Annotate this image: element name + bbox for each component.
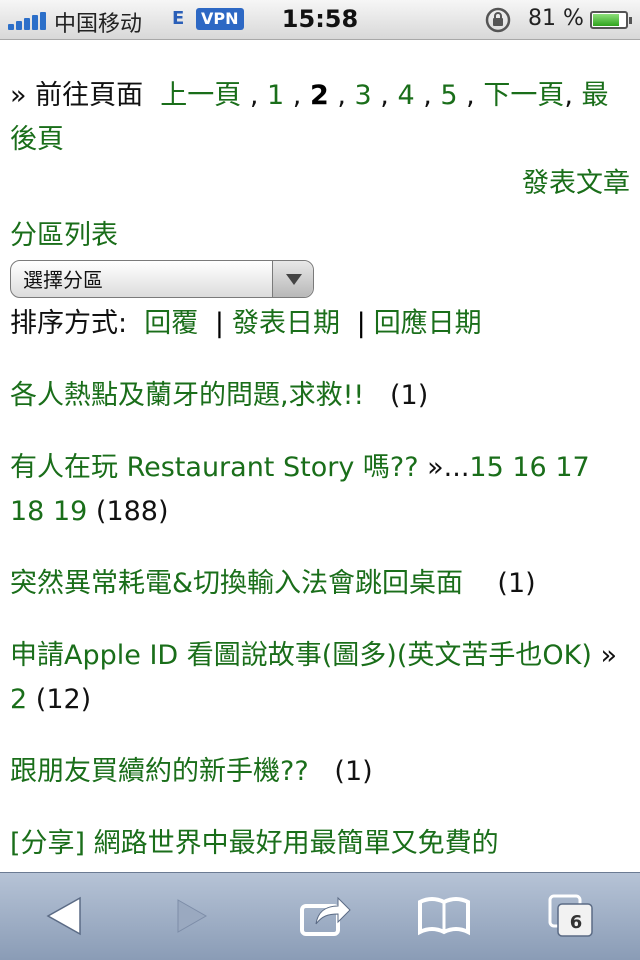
sort-by-reply-date[interactable]: 回應日期 [374,308,482,339]
thread-item: 有人在玩 Restaurant Story 嗎?? »...15 16 17 1… [10,446,630,534]
thread-page-link[interactable]: 19 [53,496,87,527]
battery-icon [590,11,632,29]
thread-page-link[interactable]: 17 [555,452,589,483]
pagination: » 前往頁面 上一頁 , 1 , 2 , 3 , 4 , 5 , 下一頁, 最後… [10,80,609,155]
back-icon[interactable] [34,890,94,942]
battery-fill [593,14,619,26]
sort-by-reply[interactable]: 回覆 [144,308,198,339]
reply-count: (1) [497,568,536,599]
thread-title-link[interactable]: 各人熱點及蘭牙的問題,求救!! [10,380,364,411]
rotation-lock-icon [485,7,511,33]
page-link-5[interactable]: 5 [440,80,457,111]
reply-count: (1) [334,756,373,787]
next-page-link[interactable]: 下一頁 [483,80,564,111]
battery-percentage: 81 % [528,6,584,31]
share-icon[interactable] [294,890,354,942]
thread-item: 各人熱點及蘭牙的問題,求救!! (1) [10,374,630,418]
thread-page-link[interactable]: 18 [10,496,44,527]
thread-title-link[interactable]: 有人在玩 Restaurant Story 嗎?? [10,452,419,483]
thread-item: 申請Apple ID 看圖說故事(圖多)(英文苦手也OK) » 2 (12) [10,634,630,722]
thread-title-link[interactable]: 申請Apple ID 看圖說故事(圖多)(英文苦手也OK) [10,640,592,671]
tabs-count: 6 [569,912,583,933]
thread-title-link[interactable]: [分享] 網路世界中最好用最簡單又免費的 [10,828,499,859]
reply-count: (1) [389,380,429,411]
page-link-1[interactable]: 1 [267,80,284,111]
reply-count: (12) [35,684,92,715]
sort-options: 排序方式: 回覆 | 發表日期 | 回應日期 [10,308,482,339]
prev-page-link[interactable]: 上一頁 [160,80,241,111]
page-link-4[interactable]: 4 [397,80,414,111]
thread-item: 突然異常耗電&切換輸入法會跳回桌面 (1) [10,562,630,606]
page-content: » 前往頁面 上一頁 , 1 , 2 , 3 , 4 , 5 , 下一頁, 最後… [10,40,630,872]
forum-list-link[interactable]: 分區列表 [10,220,118,251]
thread-item: [分享] 網路世界中最好用最簡單又免費的 [10,822,630,866]
sort-label: 排序方式: [10,308,128,339]
thread-pages-prefix: »... [427,452,470,483]
forum-select-value: 選擇分區 [23,268,103,292]
reply-count: (188) [95,496,169,527]
page-current-2: 2 [309,80,329,111]
thread-title-link[interactable]: 突然異常耗電&切換輸入法會跳回桌面 [10,568,463,599]
thread-title-link[interactable]: 跟朋友買續約的新手機?? [10,756,309,787]
status-bar: 中国移动 E VPN 15:58 81 % [0,0,640,40]
chevron-down-icon [272,261,313,297]
forum-select[interactable]: 選擇分區 [10,260,314,298]
forward-icon[interactable] [162,890,222,942]
sort-by-post-date[interactable]: 發表日期 [232,308,340,339]
thread-page-link[interactable]: 16 [512,452,546,483]
page-link-3[interactable]: 3 [355,80,372,111]
pagination-prefix: » 前往頁面 [10,80,144,111]
post-article-link[interactable]: 發表文章 [522,168,630,199]
bookmarks-icon[interactable] [414,890,474,942]
thread-page-link[interactable]: 2 [10,684,27,715]
thread-item: 跟朋友買續約的新手機?? (1) [10,750,630,794]
thread-pages-prefix: » [600,640,617,671]
thread-page-link[interactable]: 15 [469,452,503,483]
